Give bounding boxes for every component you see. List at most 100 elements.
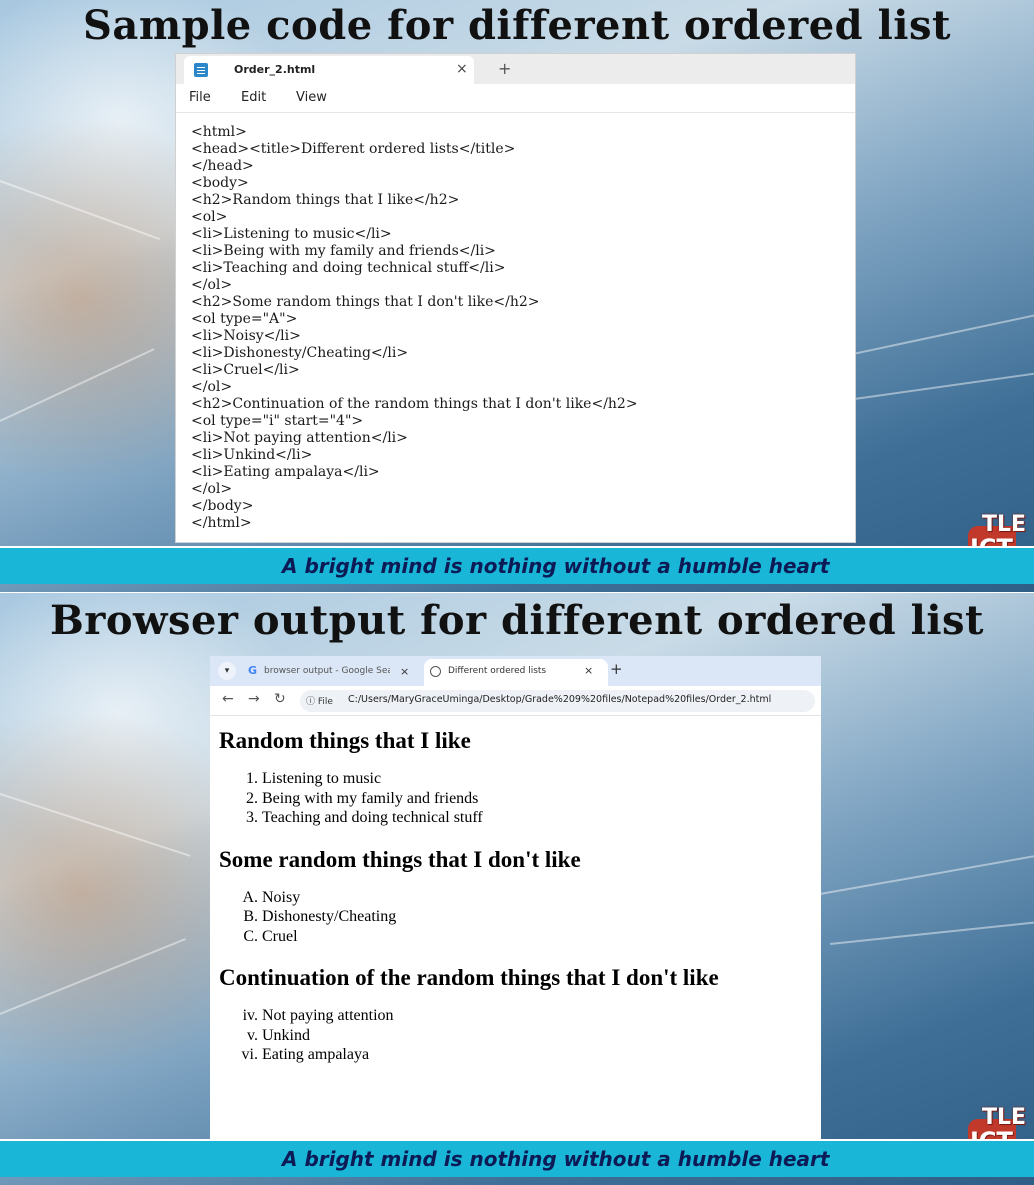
- code-line: <body>: [191, 175, 249, 191]
- globe-icon: [430, 666, 441, 677]
- new-tab-icon[interactable]: +: [498, 59, 511, 78]
- code-line: <html>: [191, 124, 247, 140]
- code-line: <li>Unkind</li>: [191, 447, 313, 463]
- menu-file[interactable]: File: [189, 90, 211, 105]
- tab-different-ordered-lists[interactable]: Different ordered lists ×: [424, 659, 608, 686]
- code-line: <li>Listening to music</li>: [191, 226, 392, 242]
- background-streak: [829, 917, 1034, 945]
- code-line: <ol type="A">: [191, 311, 298, 327]
- list-marker: A.: [242, 888, 258, 906]
- browser-toolbar: ← → ↻ ⓘ File C:/Users/MaryGraceUminga/De…: [210, 686, 821, 716]
- rendered-page: Random things that I like 1. Listening to…: [210, 717, 821, 1083]
- slide-title: Browser output for different ordered lis…: [49, 597, 985, 644]
- notepad-tab[interactable]: Order_2.html ×: [184, 56, 474, 84]
- tab-google-search[interactable]: G browser output - Google Searc ×: [244, 660, 424, 686]
- code-line: <h2>Continuation of the random things th…: [191, 396, 638, 412]
- url-text: C:/Users/MaryGraceUminga/Desktop/Grade%2…: [348, 694, 772, 705]
- address-bar[interactable]: ⓘ File C:/Users/MaryGraceUminga/Desktop/…: [300, 690, 815, 712]
- page-heading-likes: Random things that I like: [219, 728, 471, 753]
- browser-window: ▾ G browser output - Google Searc × Diff…: [210, 656, 821, 1139]
- background-streak: [0, 793, 191, 857]
- google-icon: G: [248, 664, 258, 677]
- list-item: v. Unkind: [219, 1026, 821, 1046]
- footer-bar: A bright mind is nothing without a humbl…: [0, 1139, 1034, 1177]
- code-line: </ol>: [191, 379, 233, 395]
- code-line: <li>Eating ampalaya</li>: [191, 464, 380, 480]
- slide-browser-output: Browser output for different ordered lis…: [0, 593, 1034, 1185]
- list-item: 1. Listening to music: [219, 769, 821, 789]
- reload-icon[interactable]: ↻: [274, 691, 286, 707]
- notepad-menu-bar: File Edit View: [176, 84, 855, 112]
- file-chip-label: File: [317, 697, 333, 707]
- code-line: <ol type="i" start="4">: [191, 413, 364, 429]
- list-item-text: Being with my family and friends: [262, 789, 479, 807]
- notepad-tab-bar: Order_2.html × +: [176, 54, 855, 84]
- chevron-down-icon[interactable]: ▾: [218, 662, 236, 680]
- list-marker: 3.: [246, 809, 258, 826]
- background-streak: [0, 180, 161, 241]
- code-line: <h2>Some random things that I don't like…: [191, 294, 540, 310]
- menu-view[interactable]: View: [296, 90, 327, 105]
- notepad-window: Order_2.html × + File Edit View <html> <…: [175, 53, 856, 543]
- list-item-text: Noisy: [262, 888, 301, 906]
- footer-motto: A bright mind is nothing without a humbl…: [282, 554, 830, 578]
- background-streak: [819, 847, 1034, 895]
- menu-edit[interactable]: Edit: [241, 90, 266, 105]
- new-tab-icon[interactable]: +: [610, 660, 623, 678]
- list-item: 2. Being with my family and friends: [219, 789, 821, 809]
- code-line: <li>Being with my family and friends</li…: [191, 243, 496, 259]
- list-marker: vi.: [241, 1046, 258, 1063]
- ordered-list-letters: A. Noisy B. Dishonesty/Cheating C. Cruel: [219, 888, 821, 947]
- ordered-list-roman: iv. Not paying attention v. Unkind vi. Eati…: [219, 1006, 821, 1065]
- code-line: <ol>: [191, 209, 228, 225]
- footer-bar: A bright mind is nothing without a humbl…: [0, 546, 1034, 584]
- list-item-text: Not paying attention: [262, 1007, 394, 1024]
- tab-title: Different ordered lists: [448, 666, 547, 676]
- list-item: 3. Teaching and doing technical stuff: [219, 808, 821, 828]
- code-line: </body>: [191, 498, 254, 514]
- file-info-chip[interactable]: ⓘ File: [306, 694, 333, 707]
- code-line: </ol>: [191, 481, 233, 497]
- list-item: vi. Eating ampalaya: [219, 1045, 821, 1065]
- list-marker: 1.: [246, 770, 258, 787]
- list-marker: v.: [247, 1026, 258, 1044]
- footer-motto: A bright mind is nothing without a humbl…: [282, 1147, 830, 1171]
- close-icon[interactable]: ×: [584, 664, 593, 677]
- code-editor[interactable]: <html> <head><title>Different ordered li…: [191, 124, 841, 532]
- list-item-text: Dishonesty/Cheating: [262, 908, 397, 925]
- back-arrow-icon[interactable]: ←: [222, 691, 234, 707]
- page-heading-continuation: Continuation of the random things that I…: [219, 965, 719, 990]
- code-line: <li>Teaching and doing technical stuff</…: [191, 260, 506, 276]
- ordered-list-numbers: 1. Listening to music 2. Being with my fam…: [219, 769, 821, 828]
- list-marker: 2.: [246, 789, 258, 807]
- close-icon[interactable]: ×: [400, 665, 409, 678]
- divider: [176, 112, 855, 113]
- code-line: <head><title>Different ordered lists</ti…: [191, 141, 516, 157]
- notepad-tab-title: Order_2.html: [234, 63, 316, 76]
- background-streak: [839, 366, 1034, 402]
- list-item-text: Unkind: [262, 1026, 310, 1044]
- background-streak: [0, 938, 186, 1015]
- browser-tab-bar: ▾ G browser output - Google Searc × Diff…: [210, 656, 821, 686]
- list-item: A. Noisy: [219, 888, 821, 908]
- list-item: iv. Not paying attention: [219, 1006, 821, 1026]
- list-item-text: Listening to music: [262, 770, 382, 787]
- forward-arrow-icon[interactable]: →: [248, 691, 260, 707]
- code-line: </ol>: [191, 277, 233, 293]
- list-item-text: Teaching and doing technical stuff: [262, 809, 483, 826]
- code-line: </html>: [191, 515, 252, 531]
- code-line: <li>Cruel</li>: [191, 362, 300, 378]
- code-line: <li>Dishonesty/Cheating</li>: [191, 345, 409, 361]
- close-icon[interactable]: ×: [456, 61, 468, 77]
- list-marker: B.: [243, 908, 258, 925]
- list-marker: C.: [243, 927, 258, 945]
- list-marker: iv.: [242, 1007, 258, 1024]
- list-item-text: Cruel: [262, 927, 298, 945]
- code-line: <li>Not paying attention</li>: [191, 430, 408, 446]
- list-item: C. Cruel: [219, 927, 821, 947]
- slide-title: Sample code for different ordered list: [83, 2, 951, 49]
- list-item: B. Dishonesty/Cheating: [219, 907, 821, 927]
- background-streak: [0, 348, 155, 422]
- notepad-icon: [194, 63, 208, 77]
- page-heading-dislikes: Some random things that I don't like: [219, 846, 581, 872]
